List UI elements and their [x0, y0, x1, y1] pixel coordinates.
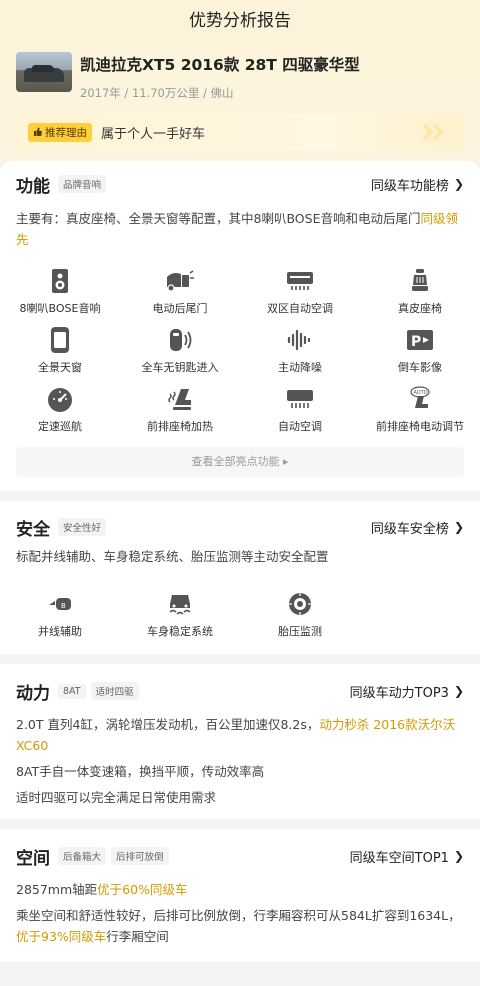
recommend-reason: 推荐理由 属于个人一手好车 — [16, 113, 464, 151]
auto-ac-icon — [285, 384, 315, 414]
power-desc-1: 2.0T 直列4缸，涡轮增压发动机，百公里加速仅8.2s，动力秒杀 2016款沃… — [16, 717, 456, 753]
feature-item[interactable]: P 倒车影像 — [360, 325, 480, 384]
dual-zone-ac-icon — [285, 266, 315, 296]
feature-item[interactable]: 车身稳定系统 — [120, 589, 240, 648]
safety-feature-grid: B 并线辅助 车身稳定系统 胎压监测 — [0, 589, 480, 648]
power-desc-3: 适时四驱可以完全满足日常使用需求 — [16, 790, 217, 805]
section-title: 空间 — [16, 848, 50, 869]
section-title: 功能 — [16, 176, 50, 197]
chevron-right-icon: ❯ — [453, 177, 464, 191]
chevrons-decoration-icon — [422, 123, 444, 141]
feature-item[interactable]: 自动空调 — [240, 384, 360, 443]
seat-heating-icon — [165, 384, 195, 414]
power-seat-icon: AUTO — [405, 384, 435, 414]
function-section: 功能 品牌音响 同级车功能榜 ❯ 主要有：真皮座椅、全景天窗等配置，其中8喇叭BO… — [0, 161, 480, 491]
space-section: 空间 后备箱大 后排可放倒 同级车空间TOP1 ❯ 2857mm轴距优于60%同级… — [0, 829, 480, 962]
page-title: 优势分析报告 — [189, 11, 291, 31]
power-desc-2: 8AT手自一体变速箱，换挡平顺，传动效率高 — [16, 764, 265, 779]
feature-item[interactable]: 前排座椅加热 — [120, 384, 240, 443]
noise-cancel-icon — [285, 325, 315, 355]
lane-assist-icon: B — [45, 589, 75, 619]
svg-text:AUTO: AUTO — [414, 390, 428, 396]
recommend-tag: 推荐理由 — [28, 122, 92, 142]
recommend-text: 属于个人一手好车 — [101, 126, 206, 142]
reverse-camera-icon: P — [405, 325, 435, 355]
car-name: 凯迪拉克XT5 2016款 28T 四驱豪华型 — [80, 56, 360, 74]
svg-text:P: P — [411, 334, 421, 350]
feature-item[interactable]: 胎压监测 — [240, 589, 360, 648]
section-title: 安全 — [16, 519, 50, 540]
power-tailgate-icon — [165, 266, 195, 296]
feature-item[interactable]: 双区自动空调 — [240, 266, 360, 325]
cruise-control-icon — [45, 384, 75, 414]
section-chip: 品牌音响 — [58, 175, 107, 193]
thumbs-up-icon — [34, 127, 42, 136]
function-rank-link[interactable]: 同级车功能榜 ❯ — [371, 175, 464, 194]
speaker-icon — [45, 266, 75, 296]
safety-section: 安全 安全性好 同级车安全榜 ❯ 标配并线辅助、车身稳定系统、胎压监测等主动安全配… — [0, 501, 480, 654]
section-chip: 8AT — [58, 683, 86, 699]
leather-seat-icon — [405, 266, 435, 296]
function-desc: 主要有：真皮座椅、全景天窗等配置，其中8喇叭BOSE音响和电动后尾门同级领先 — [16, 211, 458, 247]
section-chip: 安全性好 — [58, 518, 107, 536]
stability-icon — [165, 589, 195, 619]
svg-text:B: B — [61, 602, 66, 610]
section-chip: 后排可放倒 — [111, 847, 169, 865]
tire-pressure-icon — [285, 589, 315, 619]
feature-item[interactable]: AUTO 前排座椅电动调节 — [360, 384, 480, 443]
space-desc-1: 2857mm轴距优于60%同级车 — [16, 882, 188, 897]
feature-grid: 8喇叭BOSE音响 电动后尾门 双区自动空调 真皮座椅 全景天窗 全车无钥匙进入… — [0, 266, 480, 443]
power-rank-link[interactable]: 同级车动力TOP3 ❯ — [350, 682, 464, 701]
space-desc-2: 乘坐空间和舒适性较好，后排可比例放倒，行李厢容积可从584L扩容到1634L，优… — [16, 908, 461, 944]
car-thumbnail — [16, 52, 72, 92]
chevron-right-icon: ❯ — [453, 849, 464, 863]
space-rank-link[interactable]: 同级车空间TOP1 ❯ — [350, 847, 464, 866]
safety-desc: 标配并线辅助、车身稳定系统、胎压监测等主动安全配置 — [16, 549, 329, 564]
power-section: 动力 8AT 适时四驱 同级车动力TOP3 ❯ 2.0T 直列4缸，涡轮增压发动机… — [0, 664, 480, 819]
car-summary[interactable]: 凯迪拉克XT5 2016款 28T 四驱豪华型 2017年 / 11.70万公里… — [0, 42, 480, 106]
feature-item[interactable]: 定速巡航 — [0, 384, 120, 443]
feature-item[interactable]: 全景天窗 — [0, 325, 120, 384]
safety-rank-link[interactable]: 同级车安全榜 ❯ — [371, 518, 464, 537]
section-chip: 适时四驱 — [90, 682, 139, 700]
view-all-features-button[interactable]: 查看全部亮点功能 ▸ — [16, 447, 464, 477]
feature-item[interactable]: 真皮座椅 — [360, 266, 480, 325]
feature-item[interactable]: B 并线辅助 — [0, 589, 120, 648]
page-header: 优势分析报告 — [0, 0, 480, 42]
panoramic-sunroof-icon — [45, 325, 75, 355]
section-title: 动力 — [16, 683, 50, 704]
feature-item[interactable]: 电动后尾门 — [120, 266, 240, 325]
section-chip: 后备箱大 — [58, 847, 107, 865]
feature-item[interactable]: 主动降噪 — [240, 325, 360, 384]
chevron-right-icon: ❯ — [453, 684, 464, 698]
feature-item[interactable]: 8喇叭BOSE音响 — [0, 266, 120, 325]
chevron-right-icon: ❯ — [453, 520, 464, 534]
feature-item[interactable]: 全车无钥匙进入 — [120, 325, 240, 384]
car-meta: 2017年 / 11.70万公里 / 佛山 — [80, 86, 234, 100]
keyless-entry-icon — [165, 325, 195, 355]
